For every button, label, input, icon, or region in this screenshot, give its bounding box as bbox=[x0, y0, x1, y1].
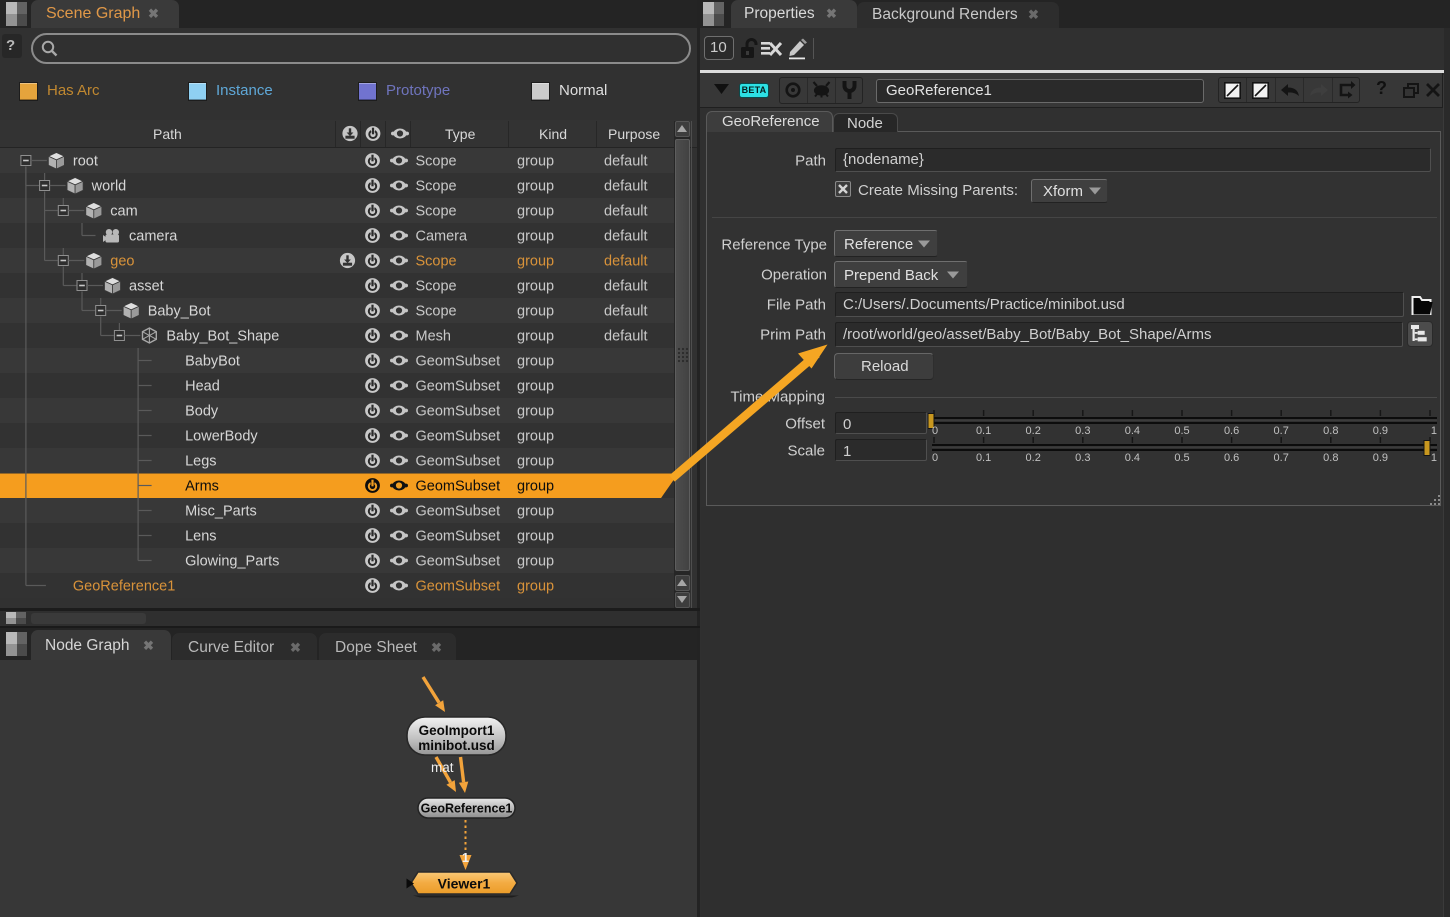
svg-text:geo: geo bbox=[110, 254, 134, 270]
svg-text:Glowing_Parts: Glowing_Parts bbox=[185, 554, 279, 570]
svg-text:Viewer1: Viewer1 bbox=[438, 876, 491, 892]
svg-text:Scope: Scope bbox=[416, 179, 457, 195]
svg-text:0.5: 0.5 bbox=[1174, 452, 1189, 463]
svg-text:0: 0 bbox=[932, 452, 938, 463]
svg-text:default: default bbox=[604, 279, 648, 295]
svg-text:group: group bbox=[517, 154, 554, 170]
svg-text:Scope: Scope bbox=[416, 204, 457, 220]
svg-text:default: default bbox=[604, 304, 648, 320]
svg-text:0.8: 0.8 bbox=[1323, 452, 1338, 463]
svg-text:GeomSubset: GeomSubset bbox=[416, 579, 501, 595]
svg-text:GeoReference1: GeoReference1 bbox=[73, 579, 175, 595]
svg-text:0.4: 0.4 bbox=[1125, 452, 1140, 463]
svg-text:group: group bbox=[517, 354, 554, 370]
svg-text:default: default bbox=[604, 204, 648, 220]
svg-text:GeomSubset: GeomSubset bbox=[416, 479, 501, 495]
svg-text:default: default bbox=[604, 179, 648, 195]
svg-text:Scope: Scope bbox=[416, 279, 457, 295]
svg-text:group: group bbox=[517, 204, 554, 220]
svg-text:0.1: 0.1 bbox=[976, 452, 991, 463]
svg-text:0.1: 0.1 bbox=[976, 425, 991, 436]
svg-text:GeoReference1: GeoReference1 bbox=[421, 802, 513, 816]
svg-text:group: group bbox=[517, 579, 554, 595]
svg-text:group: group bbox=[517, 304, 554, 320]
svg-text:group: group bbox=[517, 379, 554, 395]
svg-text:Baby_Bot: Baby_Bot bbox=[148, 304, 211, 320]
svg-text:Camera: Camera bbox=[416, 229, 469, 245]
svg-text:GeomSubset: GeomSubset bbox=[416, 504, 501, 520]
svg-text:0.7: 0.7 bbox=[1274, 452, 1289, 463]
svg-text:GeomSubset: GeomSubset bbox=[416, 454, 501, 470]
svg-text:Misc_Parts: Misc_Parts bbox=[185, 504, 257, 520]
svg-text:asset: asset bbox=[129, 279, 164, 295]
svg-text:world: world bbox=[91, 179, 127, 195]
svg-text:0.4: 0.4 bbox=[1125, 425, 1140, 436]
svg-text:0.5: 0.5 bbox=[1174, 425, 1189, 436]
svg-text:Legs: Legs bbox=[185, 454, 216, 470]
svg-text:1: 1 bbox=[1431, 425, 1437, 436]
svg-text:cam: cam bbox=[110, 204, 137, 220]
svg-text:0.8: 0.8 bbox=[1323, 425, 1338, 436]
svg-text:Arms: Arms bbox=[185, 479, 219, 495]
svg-text:group: group bbox=[517, 429, 554, 445]
svg-text:GeomSubset: GeomSubset bbox=[416, 404, 501, 420]
svg-text:GeomSubset: GeomSubset bbox=[416, 354, 501, 370]
svg-text:group: group bbox=[517, 404, 554, 420]
svg-text:group: group bbox=[517, 529, 554, 545]
svg-text:mat: mat bbox=[431, 760, 454, 775]
svg-text:default: default bbox=[604, 154, 648, 170]
svg-text:Mesh: Mesh bbox=[416, 329, 451, 345]
svg-text:1: 1 bbox=[462, 851, 469, 865]
svg-text:group: group bbox=[517, 504, 554, 520]
svg-text:default: default bbox=[604, 229, 648, 245]
svg-text:group: group bbox=[517, 479, 554, 495]
svg-text:group: group bbox=[517, 179, 554, 195]
svg-text:LowerBody: LowerBody bbox=[185, 429, 258, 445]
svg-text:Head: Head bbox=[185, 379, 220, 395]
svg-text:Scope: Scope bbox=[416, 154, 457, 170]
svg-text:Scope: Scope bbox=[416, 304, 457, 320]
svg-text:Body: Body bbox=[185, 404, 219, 420]
svg-text:GeomSubset: GeomSubset bbox=[416, 529, 501, 545]
svg-text:group: group bbox=[517, 229, 554, 245]
svg-text:group: group bbox=[517, 554, 554, 570]
svg-text:0.6: 0.6 bbox=[1224, 452, 1239, 463]
svg-text:Scope: Scope bbox=[416, 254, 457, 270]
svg-text:group: group bbox=[517, 329, 554, 345]
svg-text:0.2: 0.2 bbox=[1026, 452, 1041, 463]
svg-text:camera: camera bbox=[129, 229, 178, 245]
svg-text:0.9: 0.9 bbox=[1373, 425, 1388, 436]
svg-text:default: default bbox=[604, 254, 648, 270]
svg-text:0.3: 0.3 bbox=[1075, 452, 1090, 463]
svg-text:0.3: 0.3 bbox=[1075, 425, 1090, 436]
svg-text:root: root bbox=[73, 154, 98, 170]
svg-text:Lens: Lens bbox=[185, 529, 216, 545]
svg-text:group: group bbox=[517, 254, 554, 270]
svg-text:GeoImport1: GeoImport1 bbox=[419, 723, 495, 738]
svg-text:0.9: 0.9 bbox=[1373, 452, 1388, 463]
svg-text:BabyBot: BabyBot bbox=[185, 354, 240, 370]
svg-text:GeomSubset: GeomSubset bbox=[416, 429, 501, 445]
svg-text:GeomSubset: GeomSubset bbox=[416, 554, 501, 570]
svg-text:0.6: 0.6 bbox=[1224, 425, 1239, 436]
svg-text:group: group bbox=[517, 279, 554, 295]
svg-text:0: 0 bbox=[932, 425, 938, 436]
svg-text:group: group bbox=[517, 454, 554, 470]
svg-text:Baby_Bot_Shape: Baby_Bot_Shape bbox=[166, 329, 279, 345]
svg-text:0.2: 0.2 bbox=[1026, 425, 1041, 436]
svg-text:0.7: 0.7 bbox=[1274, 425, 1289, 436]
svg-text:GeomSubset: GeomSubset bbox=[416, 379, 501, 395]
svg-text:1: 1 bbox=[1431, 452, 1437, 463]
svg-text:minibot.usd: minibot.usd bbox=[418, 738, 495, 753]
